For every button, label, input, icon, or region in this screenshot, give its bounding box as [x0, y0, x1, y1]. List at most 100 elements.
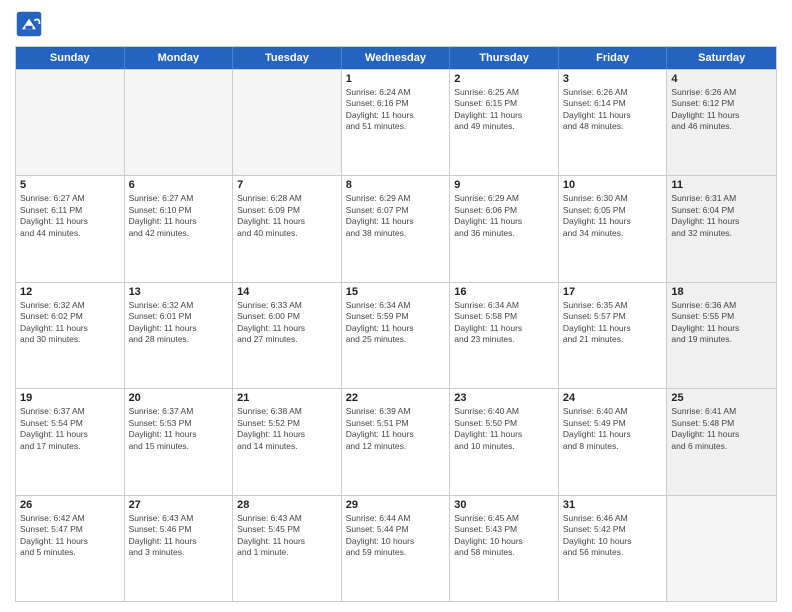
day-number: 8	[346, 179, 446, 191]
page: SundayMondayTuesdayWednesdayThursdayFrid…	[0, 0, 792, 612]
day-number: 30	[454, 499, 554, 511]
day-info: Sunrise: 6:43 AMSunset: 5:46 PMDaylight:…	[129, 513, 229, 559]
day-info: Sunrise: 6:43 AMSunset: 5:45 PMDaylight:…	[237, 513, 337, 559]
day-number: 23	[454, 392, 554, 404]
day-info: Sunrise: 6:30 AMSunset: 6:05 PMDaylight:…	[563, 193, 663, 239]
day-number: 16	[454, 286, 554, 298]
calendar-cell: 22Sunrise: 6:39 AMSunset: 5:51 PMDayligh…	[342, 389, 451, 494]
calendar-cell	[125, 70, 234, 175]
day-info: Sunrise: 6:27 AMSunset: 6:10 PMDaylight:…	[129, 193, 229, 239]
logo-icon	[15, 10, 43, 38]
weekday-header: Wednesday	[342, 47, 451, 69]
day-info: Sunrise: 6:38 AMSunset: 5:52 PMDaylight:…	[237, 406, 337, 452]
calendar-body: 1 Sunrise: 6:24 AMSunset: 6:16 PMDaylight…	[16, 69, 776, 601]
calendar-cell: 24Sunrise: 6:40 AMSunset: 5:49 PMDayligh…	[559, 389, 668, 494]
day-info: Sunrise: 6:26 AMSunset: 6:12 PMDaylight:…	[671, 87, 772, 133]
day-number: 10	[563, 179, 663, 191]
day-number: 3	[563, 73, 663, 85]
calendar-cell: 31Sunrise: 6:46 AMSunset: 5:42 PMDayligh…	[559, 496, 668, 601]
calendar-cell: 23 Sunrise: 6:40 AMSunset: 5:50 PMDayligh…	[450, 389, 559, 494]
day-info: Sunrise: 6:33 AMSunset: 6:00 PMDaylight:…	[237, 300, 337, 346]
day-number: 17	[563, 286, 663, 298]
calendar-cell	[16, 70, 125, 175]
day-info: Sunrise: 6:25 AMSunset: 6:15 PMDaylight:…	[454, 87, 554, 133]
day-number: 14	[237, 286, 337, 298]
calendar-cell	[667, 496, 776, 601]
day-number: 1	[346, 73, 446, 85]
day-info: Sunrise: 6:32 AMSunset: 6:02 PMDaylight:…	[20, 300, 120, 346]
day-info: Sunrise: 6:36 AMSunset: 5:55 PMDaylight:…	[671, 300, 772, 346]
day-info: Sunrise: 6:27 AMSunset: 6:11 PMDaylight:…	[20, 193, 120, 239]
weekday-header: Sunday	[16, 47, 125, 69]
day-info: Sunrise: 6:29 AMSunset: 6:06 PMDaylight:…	[454, 193, 554, 239]
calendar-cell: 19 Sunrise: 6:37 AMSunset: 5:54 PMDayligh…	[16, 389, 125, 494]
day-info: Sunrise: 6:40 AMSunset: 5:49 PMDaylight:…	[563, 406, 663, 452]
day-number: 12	[20, 286, 120, 298]
day-number: 21	[237, 392, 337, 404]
day-info: Sunrise: 6:29 AMSunset: 6:07 PMDaylight:…	[346, 193, 446, 239]
weekday-header: Thursday	[450, 47, 559, 69]
weekday-header: Tuesday	[233, 47, 342, 69]
calendar-cell: 29Sunrise: 6:44 AMSunset: 5:44 PMDayligh…	[342, 496, 451, 601]
day-info: Sunrise: 6:26 AMSunset: 6:14 PMDaylight:…	[563, 87, 663, 133]
calendar-cell: 14 Sunrise: 6:33 AMSunset: 6:00 PMDayligh…	[233, 283, 342, 388]
calendar-cell: 6 Sunrise: 6:27 AMSunset: 6:10 PMDaylight…	[125, 176, 234, 281]
day-number: 7	[237, 179, 337, 191]
calendar-cell: 16 Sunrise: 6:34 AMSunset: 5:58 PMDayligh…	[450, 283, 559, 388]
calendar-cell: 18 Sunrise: 6:36 AMSunset: 5:55 PMDayligh…	[667, 283, 776, 388]
calendar-cell: 1 Sunrise: 6:24 AMSunset: 6:16 PMDaylight…	[342, 70, 451, 175]
calendar-cell: 30 Sunrise: 6:45 AMSunset: 5:43 PMDayligh…	[450, 496, 559, 601]
calendar-cell: 2 Sunrise: 6:25 AMSunset: 6:15 PMDaylight…	[450, 70, 559, 175]
calendar-row: 26Sunrise: 6:42 AMSunset: 5:47 PMDayligh…	[16, 495, 776, 601]
day-number: 19	[20, 392, 120, 404]
day-info: Sunrise: 6:45 AMSunset: 5:43 PMDaylight:…	[454, 513, 554, 559]
day-number: 13	[129, 286, 229, 298]
day-info: Sunrise: 6:24 AMSunset: 6:16 PMDaylight:…	[346, 87, 446, 133]
calendar-row: 5 Sunrise: 6:27 AMSunset: 6:11 PMDaylight…	[16, 175, 776, 281]
calendar-header: SundayMondayTuesdayWednesdayThursdayFrid…	[16, 47, 776, 69]
calendar-cell: 9 Sunrise: 6:29 AMSunset: 6:06 PMDaylight…	[450, 176, 559, 281]
day-number: 11	[671, 179, 772, 191]
day-info: Sunrise: 6:42 AMSunset: 5:47 PMDaylight:…	[20, 513, 120, 559]
day-number: 18	[671, 286, 772, 298]
day-number: 15	[346, 286, 446, 298]
day-number: 22	[346, 392, 446, 404]
day-info: Sunrise: 6:34 AMSunset: 5:59 PMDaylight:…	[346, 300, 446, 346]
day-number: 20	[129, 392, 229, 404]
day-number: 5	[20, 179, 120, 191]
day-info: Sunrise: 6:34 AMSunset: 5:58 PMDaylight:…	[454, 300, 554, 346]
day-info: Sunrise: 6:44 AMSunset: 5:44 PMDaylight:…	[346, 513, 446, 559]
day-number: 28	[237, 499, 337, 511]
calendar: SundayMondayTuesdayWednesdayThursdayFrid…	[15, 46, 777, 602]
calendar-row: 1 Sunrise: 6:24 AMSunset: 6:16 PMDaylight…	[16, 69, 776, 175]
calendar-cell: 3 Sunrise: 6:26 AMSunset: 6:14 PMDaylight…	[559, 70, 668, 175]
day-number: 9	[454, 179, 554, 191]
weekday-header: Monday	[125, 47, 234, 69]
day-info: Sunrise: 6:37 AMSunset: 5:53 PMDaylight:…	[129, 406, 229, 452]
day-number: 6	[129, 179, 229, 191]
calendar-cell: 13Sunrise: 6:32 AMSunset: 6:01 PMDayligh…	[125, 283, 234, 388]
calendar-cell: 11Sunrise: 6:31 AMSunset: 6:04 PMDayligh…	[667, 176, 776, 281]
logo	[15, 10, 47, 38]
calendar-cell: 25Sunrise: 6:41 AMSunset: 5:48 PMDayligh…	[667, 389, 776, 494]
day-number: 4	[671, 73, 772, 85]
day-info: Sunrise: 6:41 AMSunset: 5:48 PMDaylight:…	[671, 406, 772, 452]
calendar-cell: 21 Sunrise: 6:38 AMSunset: 5:52 PMDayligh…	[233, 389, 342, 494]
day-info: Sunrise: 6:37 AMSunset: 5:54 PMDaylight:…	[20, 406, 120, 452]
calendar-cell: 28 Sunrise: 6:43 AMSunset: 5:45 PMDayligh…	[233, 496, 342, 601]
calendar-cell: 15 Sunrise: 6:34 AMSunset: 5:59 PMDayligh…	[342, 283, 451, 388]
day-info: Sunrise: 6:35 AMSunset: 5:57 PMDaylight:…	[563, 300, 663, 346]
calendar-cell: 12 Sunrise: 6:32 AMSunset: 6:02 PMDayligh…	[16, 283, 125, 388]
calendar-cell: 26Sunrise: 6:42 AMSunset: 5:47 PMDayligh…	[16, 496, 125, 601]
day-number: 2	[454, 73, 554, 85]
calendar-cell: 10 Sunrise: 6:30 AMSunset: 6:05 PMDayligh…	[559, 176, 668, 281]
header	[15, 10, 777, 38]
weekday-header: Friday	[559, 47, 668, 69]
calendar-cell: 20 Sunrise: 6:37 AMSunset: 5:53 PMDayligh…	[125, 389, 234, 494]
calendar-cell: 8 Sunrise: 6:29 AMSunset: 6:07 PMDaylight…	[342, 176, 451, 281]
day-number: 27	[129, 499, 229, 511]
calendar-cell: 17 Sunrise: 6:35 AMSunset: 5:57 PMDayligh…	[559, 283, 668, 388]
weekday-header: Saturday	[667, 47, 776, 69]
calendar-cell: 7Sunrise: 6:28 AMSunset: 6:09 PMDaylight…	[233, 176, 342, 281]
day-info: Sunrise: 6:40 AMSunset: 5:50 PMDaylight:…	[454, 406, 554, 452]
